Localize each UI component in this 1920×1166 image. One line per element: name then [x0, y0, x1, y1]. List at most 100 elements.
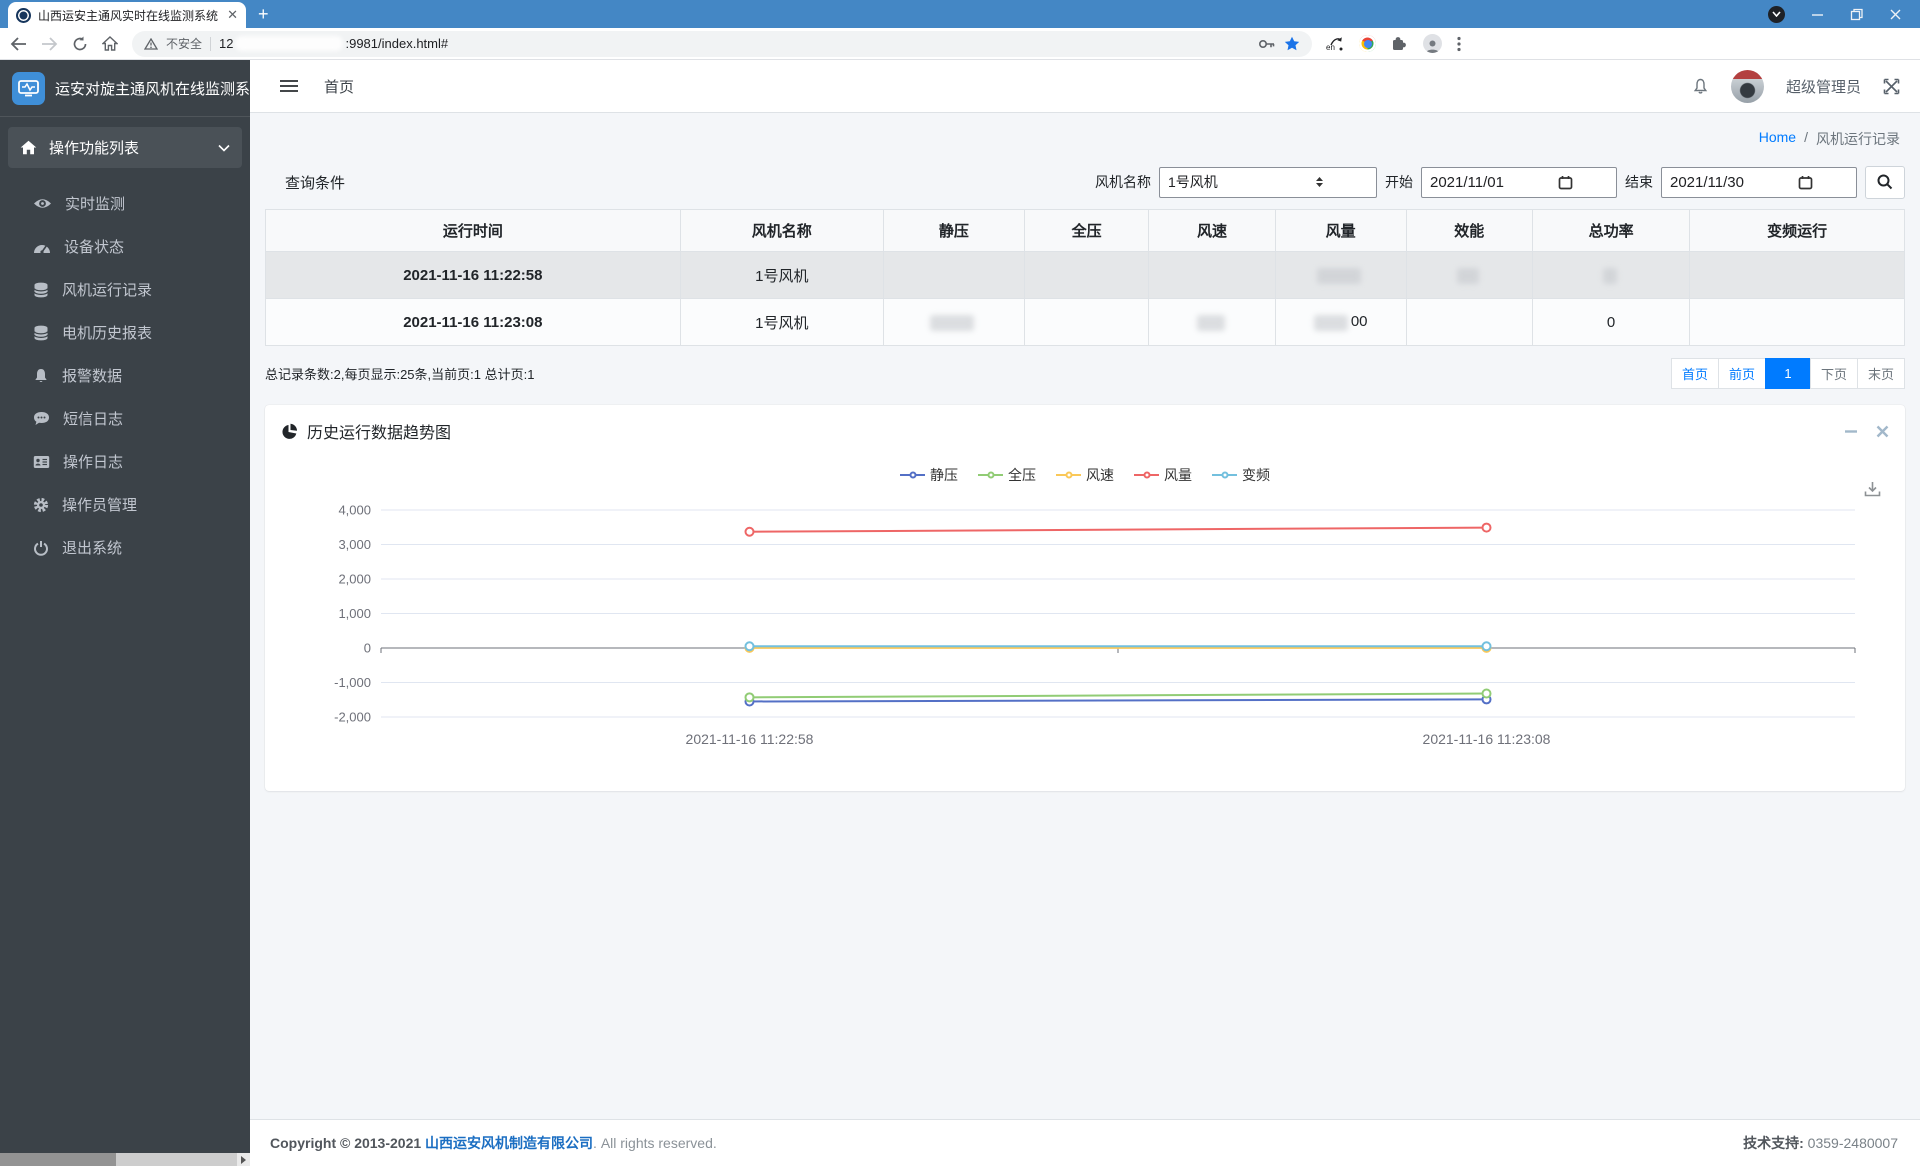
svg-text:0: 0 [364, 641, 371, 656]
legend-item-4[interactable]: 变频 [1212, 465, 1270, 485]
sidebar-menu-header[interactable]: 操作功能列表 [8, 127, 242, 168]
table-cell [1405, 298, 1533, 346]
table-cell: 2021-11-16 11:22:58 [265, 251, 681, 299]
chrome-extension-icon[interactable] [1359, 35, 1376, 52]
browser-profile-icon[interactable] [1768, 5, 1785, 23]
table-row[interactable]: 2021-11-16 11:22:58 1号风机 [265, 251, 1905, 299]
chart-legend: 静压 全压 风速 风量 变频 [265, 465, 1905, 485]
fullscreen-expand-icon[interactable] [1883, 78, 1900, 95]
translate-extension-icon[interactable]: en [1326, 36, 1344, 52]
pagination-page-1[interactable]: 1 [1764, 358, 1811, 389]
table-header-cell: 静压 [883, 209, 1025, 252]
comment-icon [33, 411, 50, 426]
sidebar-item-fan-records[interactable]: 风机运行记录 [8, 268, 242, 311]
svg-text:3,000: 3,000 [338, 537, 371, 552]
summary-row: 总记录条数:2,每页显示:25条,当前页:1 总计页:1 首页 前页 1 下页 … [265, 358, 1905, 389]
password-key-icon[interactable] [1258, 39, 1276, 49]
redacted-value [930, 314, 975, 331]
breadcrumb-home-link[interactable]: Home [1759, 129, 1796, 149]
legend-item-0[interactable]: 静压 [900, 465, 958, 485]
redacted-value [1317, 267, 1362, 284]
table-row[interactable]: 2021-11-16 11:23:08 1号风机 00 0 [265, 298, 1905, 346]
pagination-prev[interactable]: 前页 [1717, 358, 1766, 389]
pagination-first[interactable]: 首页 [1670, 358, 1719, 389]
svg-text:-1,000: -1,000 [334, 675, 371, 690]
notifications-bell-icon[interactable] [1692, 78, 1709, 95]
window-minimize-icon[interactable] [1811, 8, 1824, 21]
sidebar-item-operation-log[interactable]: 操作日志 [8, 440, 242, 483]
table-cell: 2021-11-16 11:23:08 [265, 298, 681, 346]
select-arrows-icon [1271, 176, 1368, 188]
table-cell [1689, 251, 1905, 299]
sidebar-item-operator-admin[interactable]: 操作员管理 [8, 483, 242, 526]
search-icon [1877, 174, 1893, 190]
hamburger-menu-icon[interactable] [280, 79, 298, 93]
sidebar-item-device-status[interactable]: 设备状态 [8, 225, 242, 268]
reload-icon[interactable] [72, 36, 88, 52]
tech-support-text: 技术支持: 0359-2480007 [1743, 1135, 1898, 1151]
window-close-icon[interactable] [1889, 8, 1902, 21]
sidebar-item-sms-log[interactable]: 短信日志 [8, 397, 242, 440]
calendar-icon[interactable] [1522, 175, 1608, 190]
browser-avatar-icon[interactable] [1423, 34, 1442, 53]
legend-item-1[interactable]: 全压 [978, 465, 1036, 485]
legend-marker [1056, 471, 1081, 479]
nav-home-link[interactable]: 首页 [324, 76, 354, 97]
trend-chart-card: 历史运行数据趋势图 静压 全压 风速 风量 变频 4,000 3,000 2,000 1,00… [265, 405, 1905, 791]
sidebar: 运安对旋主通风机在线监测系统 操作功能列表 实时监测 设备状态 风机运行记录 电… [0, 60, 250, 1166]
sidebar-menu-header-label: 操作功能列表 [49, 140, 140, 157]
legend-item-3[interactable]: 风量 [1134, 465, 1192, 485]
not-secure-warning-icon[interactable] [144, 37, 158, 50]
calendar-icon[interactable] [1762, 175, 1848, 190]
back-icon[interactable] [10, 36, 27, 51]
brand[interactable]: 运安对旋主通风机在线监测系统 [0, 60, 250, 117]
sidebar-horizontal-scrollbar[interactable] [0, 1153, 250, 1166]
bookmark-star-icon[interactable] [1284, 36, 1300, 51]
download-chart-icon[interactable] [1864, 481, 1881, 497]
svg-text:2021-11-16 11:22:58: 2021-11-16 11:22:58 [686, 731, 814, 747]
browser-home-icon[interactable] [102, 36, 118, 51]
records-summary: 总记录条数:2,每页显示:25条,当前页:1 总计页:1 [265, 367, 535, 382]
sidebar-item-logout[interactable]: 退出系统 [8, 526, 242, 569]
search-button[interactable] [1865, 165, 1905, 199]
sidebar-item-alarms[interactable]: 报警数据 [8, 354, 242, 397]
scrollbar-thumb[interactable] [0, 1153, 116, 1166]
database-icon [33, 282, 49, 298]
forward-icon[interactable] [41, 36, 58, 51]
chart-title: 历史运行数据趋势图 [307, 425, 452, 442]
table-cell [1023, 298, 1150, 346]
window-restore-icon[interactable] [1850, 8, 1863, 21]
tab-close-icon[interactable]: ✕ [227, 7, 238, 23]
sidebar-item-motor-history[interactable]: 电机历史报表 [8, 311, 242, 354]
pagination-next[interactable]: 下页 [1809, 358, 1858, 389]
legend-marker [1134, 471, 1159, 479]
table-cell [1148, 251, 1276, 299]
table-header-cell: 风机名称 [680, 209, 884, 252]
end-date-input[interactable]: 2021/11/30 [1661, 166, 1857, 198]
extensions-puzzle-icon[interactable] [1391, 35, 1408, 52]
card-close-icon[interactable] [1876, 425, 1889, 438]
pagination-last[interactable]: 末页 [1856, 358, 1905, 389]
table-header-cell: 全压 [1024, 209, 1150, 252]
tab-title: 山西运安主通风实时在线监测系统 [38, 8, 219, 23]
start-date-input[interactable]: 2021/11/01 [1421, 166, 1617, 198]
redacted-value [1602, 267, 1617, 284]
url-text: 12 :9981/index.html# [219, 36, 449, 51]
table-cell [882, 251, 1025, 299]
table-header-cell: 变频运行 [1689, 209, 1905, 252]
table-header-cell: 运行时间 [265, 209, 681, 252]
table-cell: 1号风机 [679, 298, 884, 346]
company-link[interactable]: 山西运安风机制造有限公司 [425, 1135, 593, 1151]
not-secure-label: 不安全 [166, 37, 203, 51]
sidebar-item-realtime[interactable]: 实时监测 [8, 182, 242, 225]
user-avatar[interactable] [1730, 69, 1764, 103]
browser-tab[interactable]: 山西运安主通风实时在线监测系统 ✕ [8, 2, 246, 28]
browser-menu-kebab-icon[interactable] [1457, 36, 1461, 52]
legend-marker [1212, 471, 1237, 479]
scrollbar-arrow-right[interactable] [237, 1153, 250, 1166]
card-minimize-icon[interactable] [1844, 424, 1858, 438]
address-bar[interactable]: 不安全 12 :9981/index.html# [132, 30, 1312, 57]
new-tab-button[interactable]: + [258, 2, 269, 28]
fan-select[interactable]: 1号风机 [1159, 166, 1377, 198]
legend-item-2[interactable]: 风速 [1056, 465, 1114, 485]
